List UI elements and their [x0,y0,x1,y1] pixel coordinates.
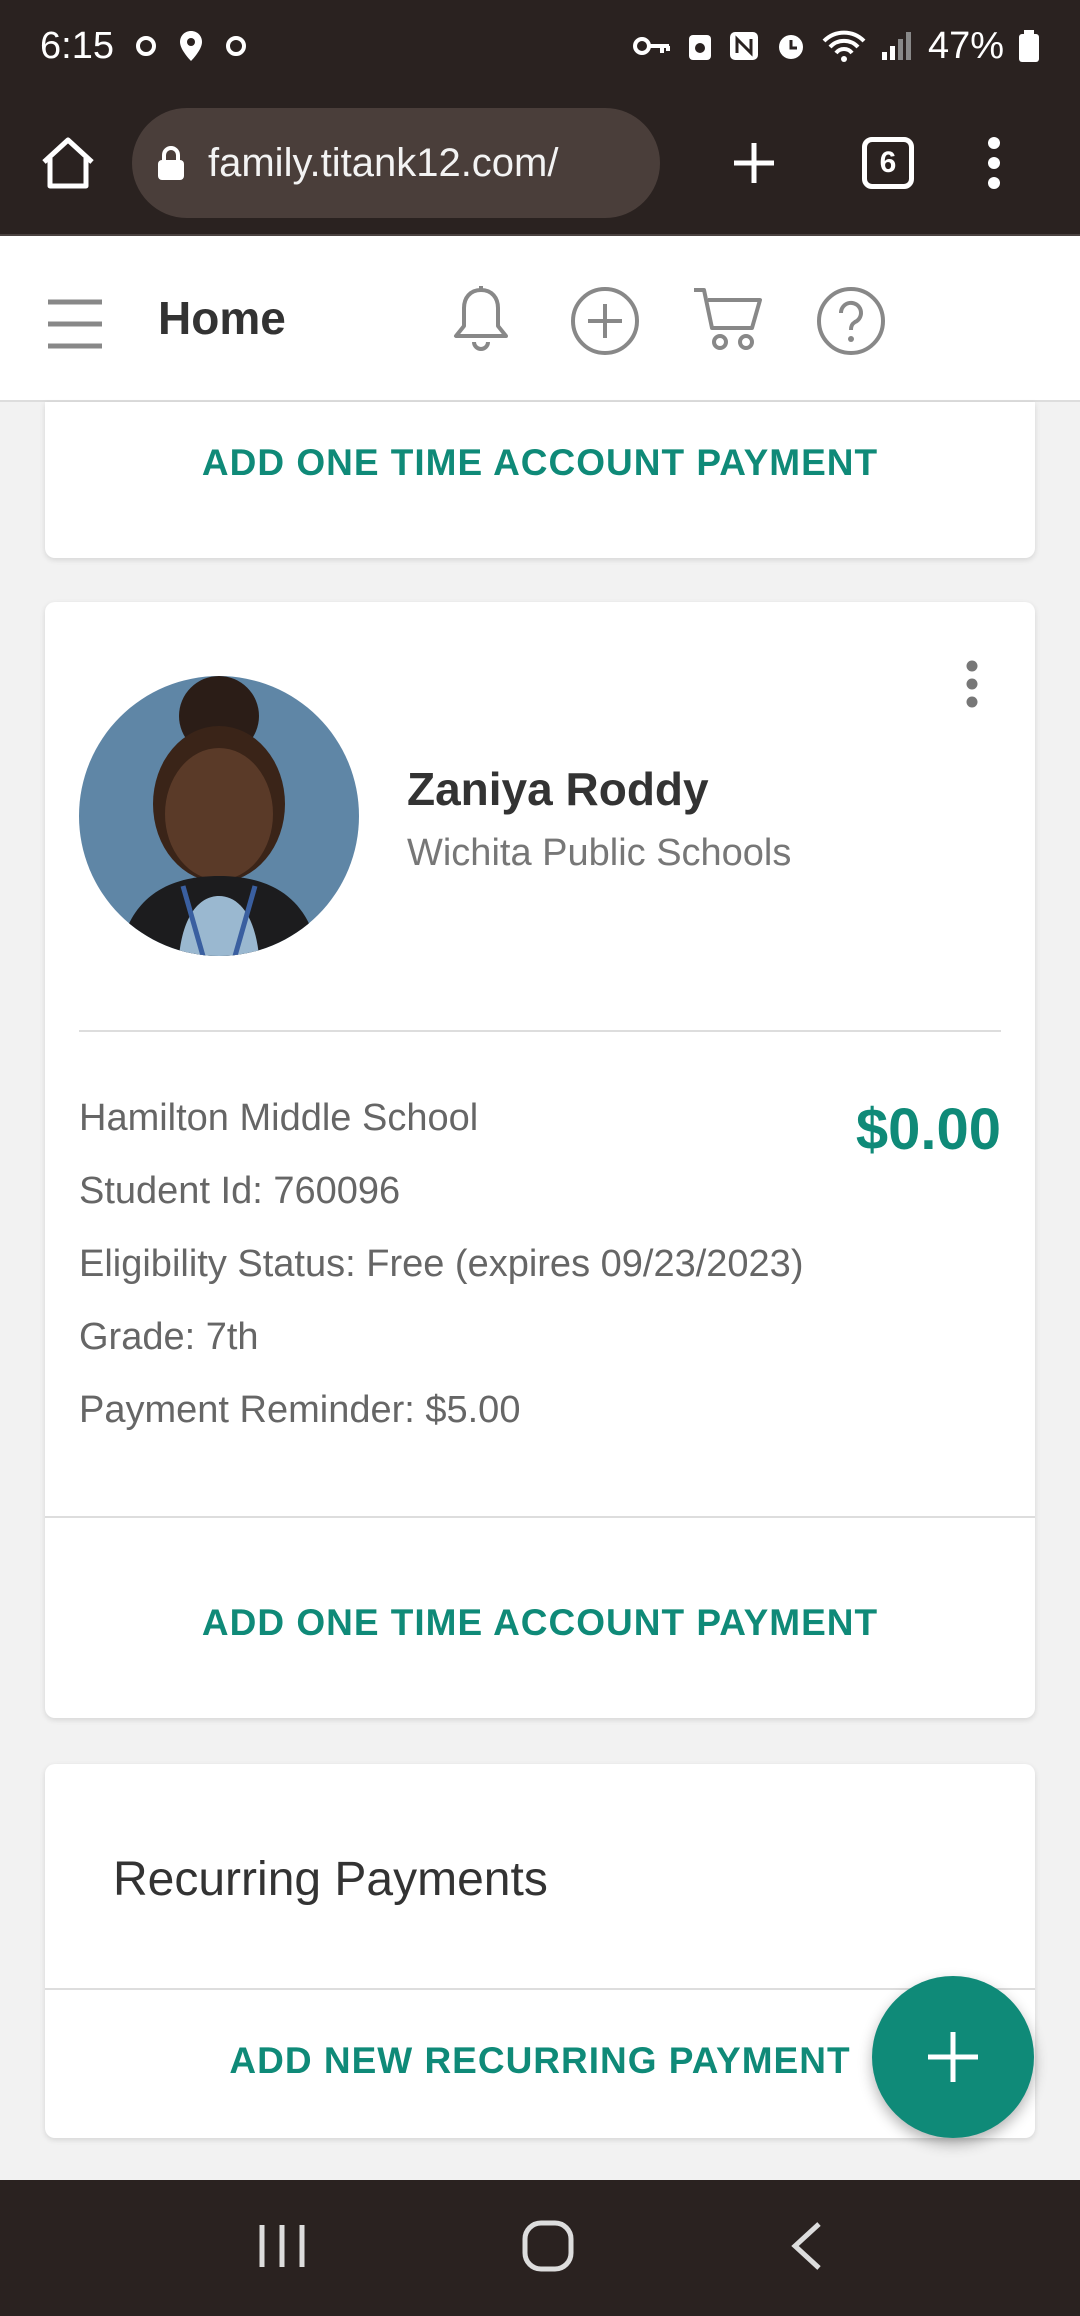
address-bar[interactable]: family.titank12.com/ [132,108,660,218]
add-one-time-payment-button[interactable]: ADD ONE TIME ACCOUNT PAYMENT [45,1602,1035,1644]
payment-reminder: Payment Reminder: $5.00 [79,1389,521,1431]
status-bar: 6:15 47% [0,0,1080,92]
status-time: 6:15 [40,24,114,67]
back-icon [790,2221,821,2270]
bell-icon [454,286,508,351]
menu-button[interactable] [46,298,104,355]
system-nav-bar [0,2180,1080,2316]
more-vertical-icon [988,137,1000,189]
lock-icon [158,146,184,180]
browser-home-button[interactable] [30,125,106,201]
student-options-button[interactable] [965,660,979,713]
student-avatar [79,676,359,956]
plus-icon [928,2032,978,2082]
floating-add-button[interactable] [872,1976,1034,2138]
more-vertical-icon [966,660,978,708]
key-icon [632,37,670,55]
url-text: family.titank12.com/ [208,140,559,185]
tab-switcher-button[interactable]: 6 [862,137,914,189]
cart-icon [694,288,762,350]
student-district: Wichita Public Schools [407,832,792,874]
school-name: Hamilton Middle School [79,1097,479,1139]
alarm-icon [778,35,803,59]
home-nav-button[interactable] [522,2220,574,2277]
add-button[interactable] [570,286,640,361]
battery-percent: 47% [927,24,1004,67]
battery-icon [1019,30,1039,62]
app-header: Home [0,236,1080,402]
card-divider [79,1030,1001,1032]
notification-dot-icon [135,36,156,56]
tab-count: 6 [862,137,914,189]
location-icon [179,31,202,61]
card-divider [45,1988,1035,1990]
recent-apps-button[interactable] [257,2223,307,2274]
add-one-time-payment-button[interactable]: ADD ONE TIME ACCOUNT PAYMENT [45,442,1035,484]
notification-dot-icon-2 [225,36,246,56]
cart-button[interactable] [692,284,764,359]
card-divider [45,1516,1035,1518]
account-balance: $0.00 [855,1097,1001,1162]
student-id: Student Id: 760096 [79,1170,401,1212]
help-icon [817,287,885,355]
student-card: Zaniya Roddy Wichita Public Schools Hami… [45,602,1035,1718]
add-circle-icon [571,287,639,355]
new-tab-button[interactable] [722,131,786,195]
plus-icon [734,143,774,183]
help-button[interactable] [816,286,886,361]
nfc-icon [729,32,758,60]
back-button[interactable] [789,2220,823,2277]
home-nav-icon [522,2220,574,2271]
browser-toolbar: family.titank12.com/ 6 [0,92,1080,236]
recurring-payments-title: Recurring Payments [113,1853,548,1906]
student-name: Zaniya Roddy [407,763,709,815]
student-details: Hamilton Middle School Student Id: 76009… [79,1082,803,1447]
signal-icon [881,32,911,60]
browser-menu-button[interactable] [986,137,1002,189]
app-badge-icon [688,35,711,60]
page-title: Home [158,292,286,344]
notifications-button[interactable] [452,284,510,359]
grade: Grade: 7th [79,1316,259,1358]
eligibility-status: Eligibility Status: Free (expires 09/23/… [79,1243,804,1285]
menu-icon [48,299,102,349]
previous-account-card: ADD ONE TIME ACCOUNT PAYMENT [45,402,1035,558]
recent-apps-icon [259,2224,305,2267]
home-icon [42,137,94,189]
wifi-icon [822,30,866,62]
